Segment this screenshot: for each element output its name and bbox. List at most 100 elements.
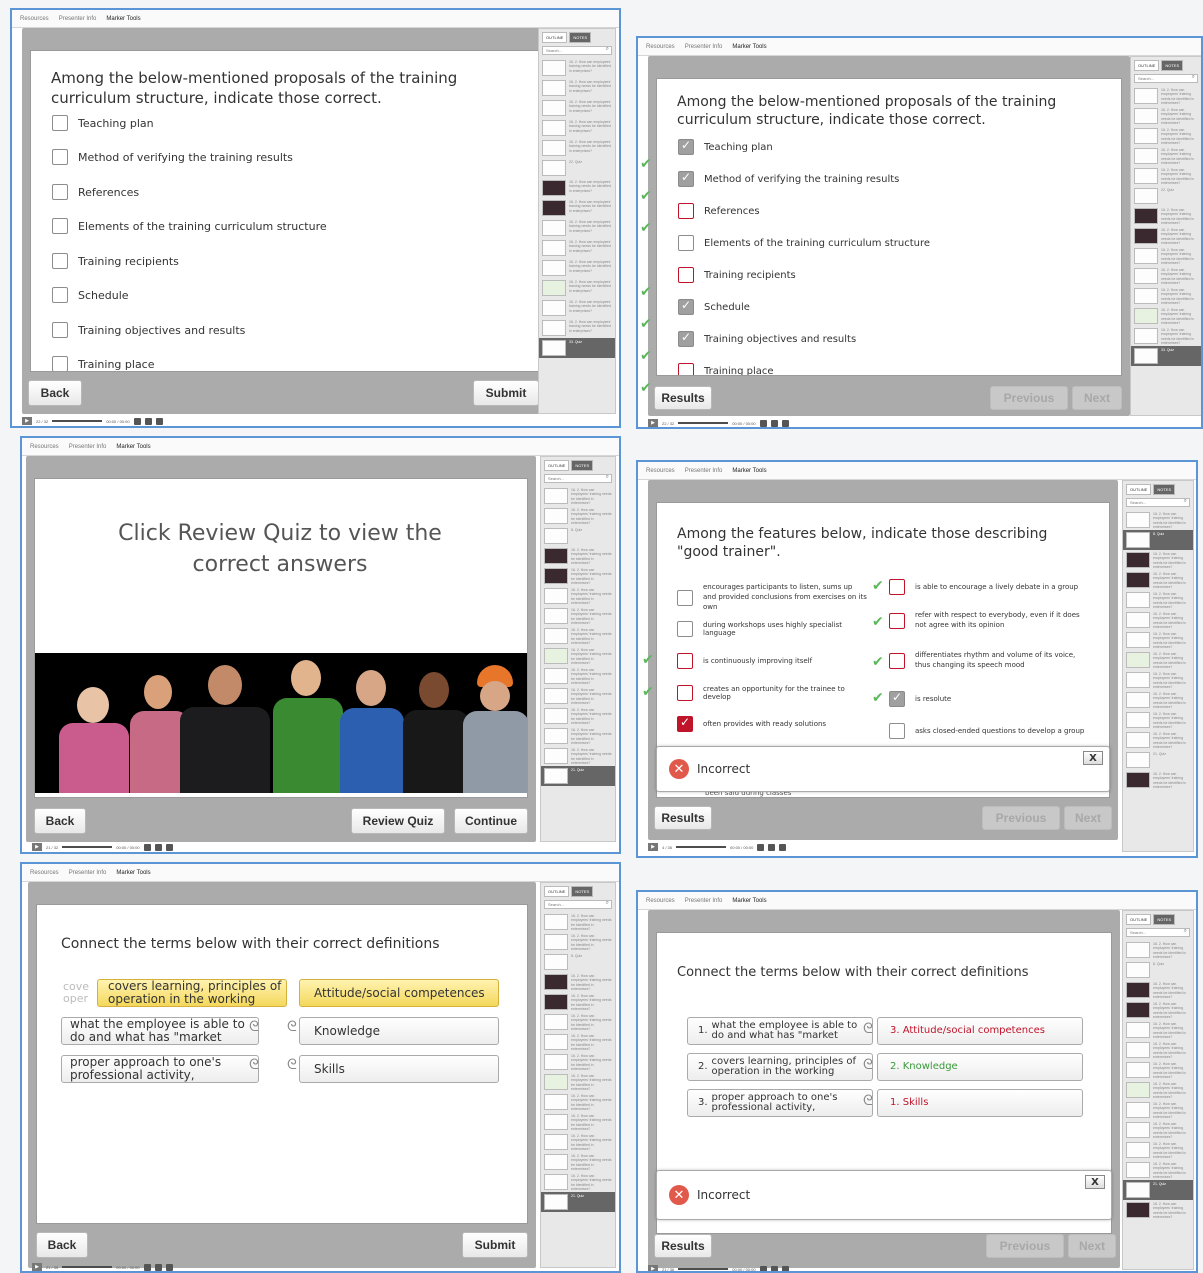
checkbox[interactable]: [889, 723, 905, 739]
sidebar-search-input[interactable]: Search...: [1126, 498, 1190, 507]
outline-item[interactable]: 16. 2. How can employees' training needs…: [541, 1172, 615, 1192]
tab-marker-tools[interactable]: Marker Tools: [106, 16, 140, 22]
outline-item[interactable]: 8. Quiz: [1123, 960, 1193, 980]
option-references[interactable]: References: [678, 203, 760, 219]
outline-item[interactable]: 16. 2. How can employees' training needs…: [1131, 86, 1201, 106]
outline-item[interactable]: 16. 2. How can employees' training needs…: [541, 586, 615, 606]
previous-button[interactable]: Previous: [982, 806, 1060, 830]
outline-item[interactable]: 16. 2. How can employees' training needs…: [1131, 266, 1201, 286]
outline-item[interactable]: 8. Quiz: [541, 952, 615, 972]
progress-bar[interactable]: [676, 846, 727, 848]
outline-item[interactable]: 16. 2. How can employees' training needs…: [541, 1112, 615, 1132]
outline-item[interactable]: 16. 2. How can employees' training needs…: [541, 506, 615, 526]
checkbox[interactable]: [678, 170, 694, 187]
outline-item[interactable]: 16. 2. How can employees' training needs…: [539, 318, 615, 338]
checkbox[interactable]: [52, 356, 68, 371]
tab-presenter-info[interactable]: Presenter Info: [59, 16, 97, 22]
term-knowledge[interactable]: Knowledge: [299, 1017, 499, 1045]
outline-item[interactable]: 16. 2. How can employees' training needs…: [539, 218, 615, 238]
outline-item[interactable]: 16. 2. How can employees' training needs…: [1123, 670, 1193, 690]
option-right-3[interactable]: differentiates rhythm and volume of its …: [889, 651, 1089, 671]
outline-item[interactable]: 16. 2. How can employees' training needs…: [1123, 690, 1193, 710]
checkbox[interactable]: [678, 203, 694, 219]
tab-notes[interactable]: NOTES: [1153, 914, 1176, 925]
outline-item[interactable]: 16. 2. How can employees' training needs…: [1123, 1080, 1193, 1100]
outline-item[interactable]: 16. 2. How can employees' training needs…: [539, 118, 615, 138]
close-feedback-button[interactable]: X: [1083, 751, 1103, 765]
tab-marker-tools[interactable]: Marker Tools: [732, 468, 766, 474]
outline-item[interactable]: 16. 2. How can employees' training needs…: [539, 238, 615, 258]
option-schedule[interactable]: Schedule: [52, 287, 129, 303]
outline-item[interactable]: 16. 2. How can employees' training needs…: [1123, 1020, 1193, 1040]
definition-piece-dragging[interactable]: covers learning, principles of operation…: [97, 979, 287, 1007]
outline-item[interactable]: 16. 2. How can employees' training needs…: [539, 198, 615, 218]
tab-notes[interactable]: NOTES: [571, 460, 594, 471]
tab-presenter-info[interactable]: Presenter Info: [69, 870, 107, 876]
tab-resources[interactable]: Resources: [646, 468, 675, 474]
results-button[interactable]: Results: [654, 386, 712, 410]
checkbox[interactable]: [889, 612, 905, 629]
outline-item[interactable]: 16. 2. How can employees' training needs…: [541, 746, 615, 766]
outline-item[interactable]: 16. 2. How can employees' training needs…: [541, 606, 615, 626]
tab-resources[interactable]: Resources: [30, 444, 59, 450]
tab-outline[interactable]: OUTLINE: [542, 32, 568, 43]
sidebar-search-input[interactable]: Search...: [544, 900, 612, 909]
volume-icon[interactable]: [144, 417, 152, 425]
sidebar-search-input[interactable]: Search...: [1134, 74, 1198, 83]
checkbox[interactable]: [678, 330, 694, 347]
fullscreen-icon[interactable]: [155, 417, 163, 425]
outline-item[interactable]: 16. 2. How can employees' training needs…: [1131, 166, 1201, 186]
definition-piece[interactable]: proper approach to one's professional ac…: [61, 1055, 259, 1083]
previous-button[interactable]: Previous: [986, 1234, 1064, 1258]
outline-item[interactable]: 16. 2. How can employees' training needs…: [541, 1052, 615, 1072]
option-left-3[interactable]: is continuously improving itself: [677, 653, 867, 669]
close-feedback-button[interactable]: X: [1085, 1175, 1105, 1189]
sidebar-search-input[interactable]: Search...: [542, 46, 612, 55]
progress-bar[interactable]: [52, 420, 103, 422]
tab-notes[interactable]: NOTES: [1153, 484, 1176, 495]
checkbox[interactable]: [678, 235, 694, 251]
tab-notes[interactable]: NOTES: [1161, 60, 1184, 71]
outline-item[interactable]: 16. 2. How can employees' training needs…: [1131, 286, 1201, 306]
option-right-1[interactable]: is able to encourage a lively debate in …: [889, 579, 1089, 595]
progress-bar[interactable]: [678, 422, 729, 424]
continue-button[interactable]: Continue: [454, 808, 528, 834]
option-elements[interactable]: Elements of the training curriculum stru…: [678, 235, 930, 251]
outline-item[interactable]: 16. 2. How can employees' training needs…: [541, 912, 615, 932]
checkbox[interactable]: [677, 621, 693, 637]
option-right-5[interactable]: asks closed-ended questions to develop a…: [889, 723, 1089, 739]
outline-item[interactable]: 16. 2. How can employees' training needs…: [1123, 1100, 1193, 1120]
checkbox[interactable]: [52, 218, 68, 234]
outline-item[interactable]: 16. 2. How can employees' training needs…: [1123, 1140, 1193, 1160]
checkbox[interactable]: [678, 267, 694, 283]
option-place[interactable]: Training place: [52, 356, 155, 371]
previous-button[interactable]: Previous: [990, 386, 1068, 410]
outline-item[interactable]: 16. 2. How can employees' training needs…: [541, 646, 615, 666]
checkbox[interactable]: [52, 253, 68, 269]
play-button[interactable]: ▶: [32, 1263, 42, 1271]
outline-item-current[interactable]: 33. Quiz: [1131, 346, 1201, 366]
checkbox[interactable]: [52, 322, 68, 338]
outline-item[interactable]: 16. 2. How can employees' training needs…: [1123, 610, 1193, 630]
outline-item[interactable]: 16. 2. How can employees' training needs…: [541, 972, 615, 992]
outline-item[interactable]: 16. 2. How can employees' training needs…: [541, 1152, 615, 1172]
tab-notes[interactable]: NOTES: [569, 32, 592, 43]
results-button[interactable]: Results: [654, 806, 712, 830]
volume-icon[interactable]: [770, 1265, 778, 1271]
checkbox[interactable]: [52, 287, 68, 303]
progress-bar[interactable]: [678, 1268, 729, 1270]
outline-item[interactable]: 16. 2. How can employees' training needs…: [539, 258, 615, 278]
option-schedule[interactable]: Schedule: [678, 298, 750, 315]
outline-item[interactable]: 16. 2. How can employees' training needs…: [539, 298, 615, 318]
outline-item[interactable]: 8. Quiz: [541, 526, 615, 546]
outline-item[interactable]: 22. Quiz: [1131, 186, 1201, 206]
outline-item[interactable]: 16. 2. How can employees' training needs…: [1123, 630, 1193, 650]
tab-presenter-info[interactable]: Presenter Info: [685, 44, 723, 50]
outline-item[interactable]: 16. 2. How can employees' training needs…: [1123, 1040, 1193, 1060]
back-button[interactable]: Back: [36, 1232, 88, 1258]
outline-item-current[interactable]: 21. Quiz: [541, 766, 615, 786]
submit-button[interactable]: Submit: [473, 380, 539, 406]
option-place[interactable]: Training place: [678, 363, 774, 375]
outline-item[interactable]: 16. 2. How can employees' training needs…: [541, 992, 615, 1012]
option-teaching-plan[interactable]: Teaching plan: [52, 115, 154, 131]
